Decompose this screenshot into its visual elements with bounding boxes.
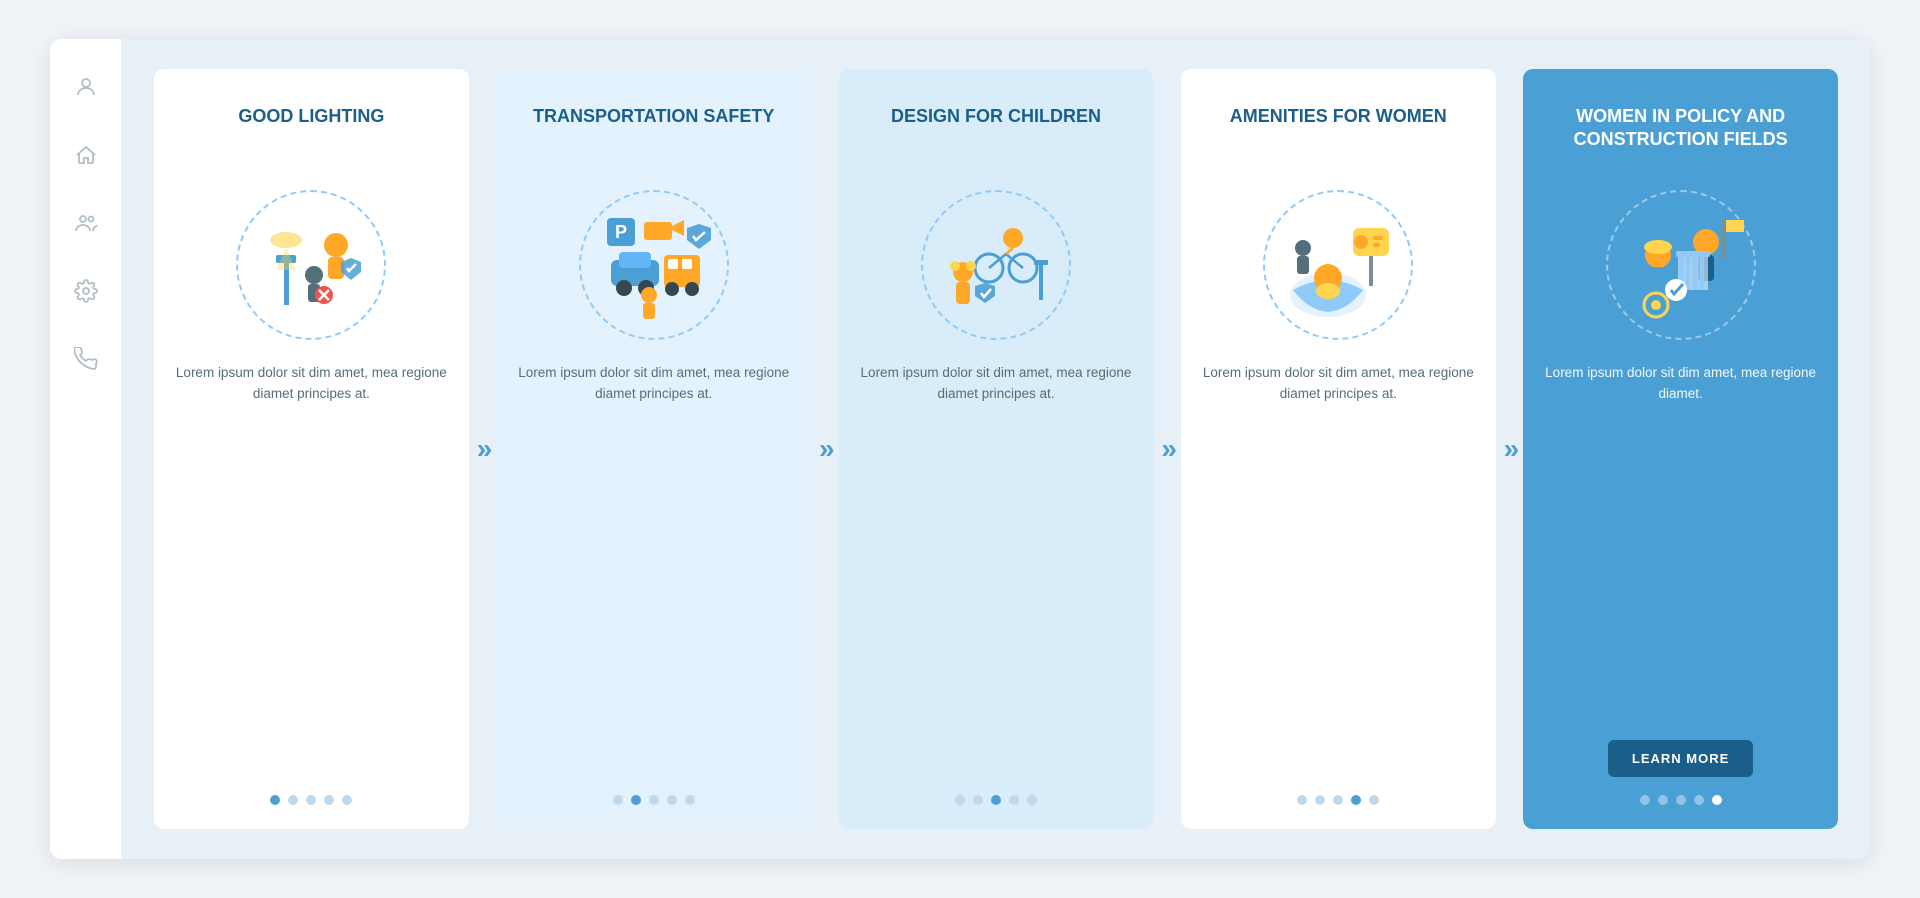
- dot-4[interactable]: [1027, 795, 1037, 805]
- illustration-lighting: [231, 185, 391, 345]
- card-good-lighting: GOOD LIGHTING: [154, 69, 469, 829]
- dot-3[interactable]: [324, 795, 334, 805]
- learn-more-button[interactable]: LEARN MORE: [1608, 740, 1753, 777]
- arrow-4: »: [1504, 433, 1516, 465]
- dot-3[interactable]: [1009, 795, 1019, 805]
- card-amenities-women: AMENITIES FOR WOMEN: [1181, 69, 1496, 829]
- card-title-transportation: TRANSPORTATION SAFETY: [533, 101, 774, 167]
- card-text-good-lighting: Lorem ipsum dolor sit dim amet, mea regi…: [174, 363, 449, 777]
- card-women-policy: WOMEN IN POLICY AND CONSTRUCTION FIELDS: [1523, 69, 1838, 829]
- dot-1[interactable]: [1315, 795, 1325, 805]
- cards-container: GOOD LIGHTING: [122, 39, 1870, 859]
- card-text-policy: Lorem ipsum dolor sit dim amet, mea regi…: [1543, 363, 1818, 728]
- arrow-1: »: [477, 433, 489, 465]
- card-dots-good-lighting: [270, 795, 352, 805]
- dot-0[interactable]: [1640, 795, 1650, 805]
- card-text-children: Lorem ipsum dolor sit dim amet, mea regi…: [859, 363, 1134, 777]
- dot-4[interactable]: [1712, 795, 1722, 805]
- illustration-transport: P: [574, 185, 734, 345]
- dot-3[interactable]: [667, 795, 677, 805]
- card-title-policy: WOMEN IN POLICY AND CONSTRUCTION FIELDS: [1543, 101, 1818, 167]
- app-container: GOOD LIGHTING: [50, 39, 1870, 859]
- dot-1[interactable]: [1658, 795, 1668, 805]
- illustration-children: [916, 185, 1076, 345]
- dot-2[interactable]: [1676, 795, 1686, 805]
- dot-3[interactable]: [1694, 795, 1704, 805]
- dot-0[interactable]: [270, 795, 280, 805]
- dot-2[interactable]: [991, 795, 1001, 805]
- home-icon[interactable]: [70, 139, 102, 171]
- dot-2[interactable]: [1333, 795, 1343, 805]
- arrow-2: »: [819, 433, 831, 465]
- illustration-amenities: [1258, 185, 1418, 345]
- card-dots-children: [955, 795, 1037, 805]
- dot-4[interactable]: [685, 795, 695, 805]
- dot-1[interactable]: [973, 795, 983, 805]
- dot-0[interactable]: [955, 795, 965, 805]
- dot-2[interactable]: [306, 795, 316, 805]
- illustration-policy: [1601, 185, 1761, 345]
- card-dots-transportation: [613, 795, 695, 805]
- phone-icon[interactable]: [70, 343, 102, 375]
- dot-1[interactable]: [631, 795, 641, 805]
- card-title-amenities: AMENITIES FOR WOMEN: [1230, 101, 1447, 167]
- card-dots-amenities: [1297, 795, 1379, 805]
- card-text-amenities: Lorem ipsum dolor sit dim amet, mea regi…: [1201, 363, 1476, 777]
- dot-4[interactable]: [1369, 795, 1379, 805]
- dot-2[interactable]: [649, 795, 659, 805]
- card-design-children: DESIGN FOR CHILDREN: [839, 69, 1154, 829]
- card-text-transportation: Lorem ipsum dolor sit dim amet, mea regi…: [516, 363, 791, 777]
- gear-icon[interactable]: [70, 275, 102, 307]
- dot-1[interactable]: [288, 795, 298, 805]
- dot-0[interactable]: [1297, 795, 1307, 805]
- sidebar: [50, 39, 122, 859]
- card-dots-policy: [1640, 795, 1722, 805]
- user-icon[interactable]: [70, 71, 102, 103]
- arrow-3: »: [1161, 433, 1173, 465]
- svg-text:P: P: [615, 222, 627, 242]
- dot-3[interactable]: [1351, 795, 1361, 805]
- people-icon[interactable]: [70, 207, 102, 239]
- card-title-children: DESIGN FOR CHILDREN: [891, 101, 1101, 167]
- dot-4[interactable]: [342, 795, 352, 805]
- card-transportation-safety: TRANSPORTATION SAFETY P: [496, 69, 811, 829]
- dot-0[interactable]: [613, 795, 623, 805]
- card-title-good-lighting: GOOD LIGHTING: [238, 101, 384, 167]
